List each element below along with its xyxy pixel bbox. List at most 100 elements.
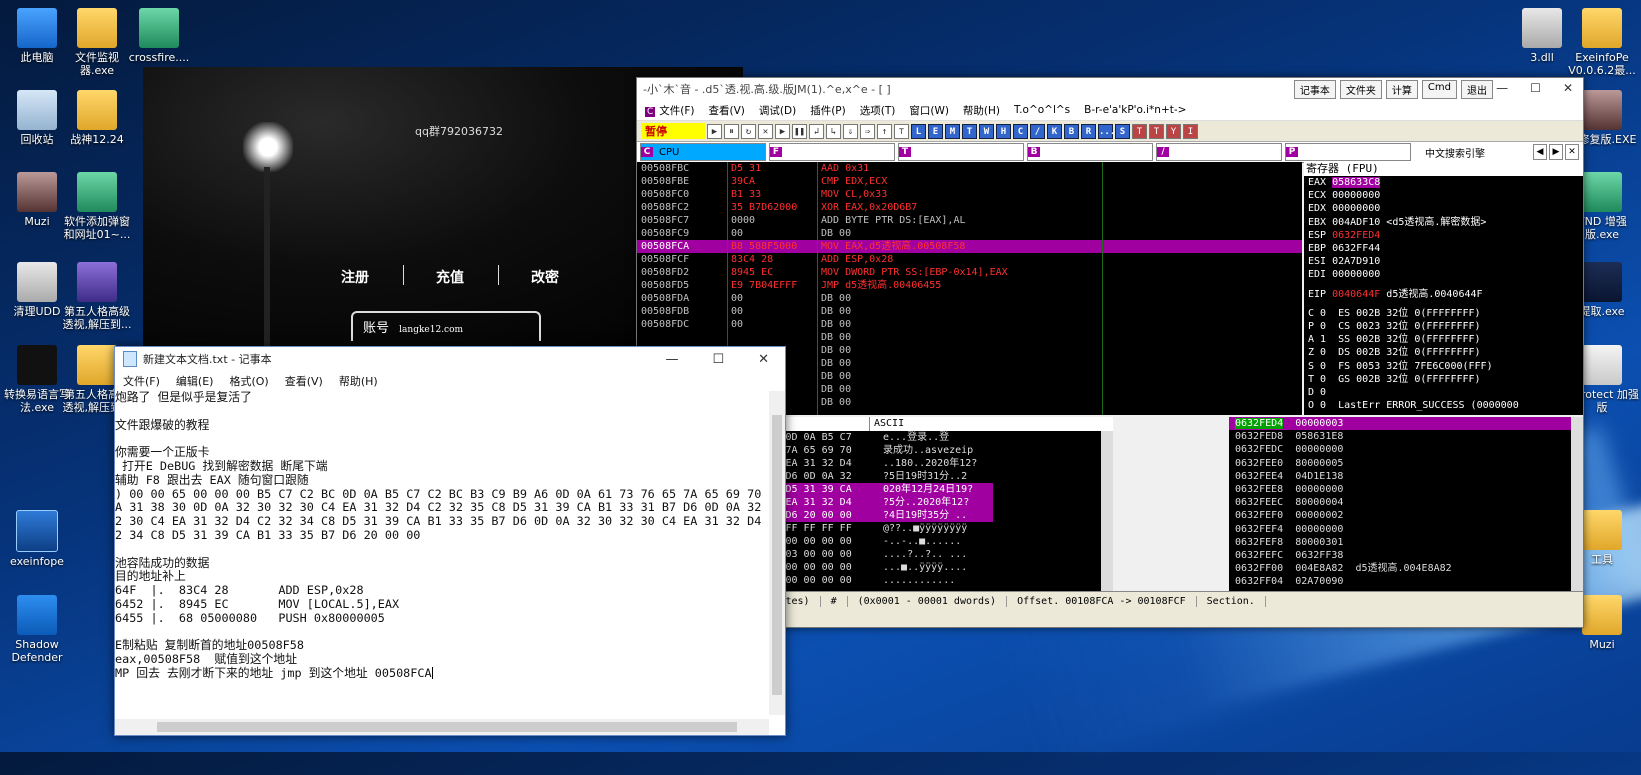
disasm-row[interactable]: 00508FCF 83C4 28 ADD ESP,0x28 xyxy=(637,253,1302,266)
disasm-row[interactable]: 00508FD2 8945 EC MOV DWORD PTR SS:[EBP-0x1… xyxy=(637,266,1302,279)
registers-pane[interactable]: 寄存器 (FPU) EAX 058633C8 ECX 00000000 EDX … xyxy=(1304,162,1583,415)
menu-item[interactable]: 文件(F) xyxy=(645,103,694,118)
tab-window[interactable]: T xyxy=(898,143,1024,161)
menu-item[interactable]: B-r-e'a'kP'o.i*n+t-> xyxy=(1084,104,1186,116)
toolbar-icon[interactable]: ↑ xyxy=(877,123,892,139)
register-row[interactable]: ECX 00000000 xyxy=(1308,189,1583,202)
tab-window[interactable]: F xyxy=(769,143,895,161)
disasm-row[interactable]: 00508FDC 00 DB 00 xyxy=(637,318,1302,331)
stack-row[interactable]: 0632FEF0 00000002 xyxy=(1229,509,1583,522)
desktop-shortcut[interactable]: Shadow Defender xyxy=(0,595,74,664)
menu-item[interactable]: 调试(D) xyxy=(759,103,796,118)
flag-row[interactable]: D 0 xyxy=(1308,386,1583,399)
maximize-icon[interactable]: ☐ xyxy=(712,352,724,367)
register-row[interactable]: EDI 00000000 xyxy=(1308,268,1583,281)
stack-row[interactable]: 0632FED4 00000003 xyxy=(1229,417,1583,431)
scroll-thumb[interactable] xyxy=(157,722,737,732)
toolbar-icon[interactable]: ▶ xyxy=(775,123,790,139)
menu-item[interactable]: 帮助(H) xyxy=(963,103,1000,118)
desktop-shortcut[interactable]: 软件添加弹窗和网址01~... xyxy=(60,172,134,241)
register-row[interactable]: EBP 0632FF44 xyxy=(1308,242,1583,255)
toolbar-icon[interactable]: ↲ xyxy=(809,123,824,139)
toolbar-window-button[interactable]: L xyxy=(911,123,926,139)
stack-row[interactable]: 0632FEFC 0632FF38 xyxy=(1229,549,1583,562)
desktop-shortcut[interactable]: crossfire.... xyxy=(122,8,196,64)
disasm-row[interactable]: 00508FBE 39CA CMP EDX,ECX xyxy=(637,175,1302,188)
toolbar-icon[interactable]: ↳ xyxy=(826,123,841,139)
flag-row[interactable]: C 0 ES 002B 32位 0(FFFFFFFF) xyxy=(1308,307,1583,320)
title-button[interactable]: 计算 xyxy=(1385,80,1418,99)
flag-row[interactable]: S 0 FS 0053 32位 7FE6C000(FFF) xyxy=(1308,360,1583,373)
desktop-shortcut[interactable]: exeinfope xyxy=(0,510,74,568)
dump-scrollbar[interactable] xyxy=(1101,431,1113,591)
close-icon[interactable]: ✕ xyxy=(758,352,769,367)
register-row[interactable]: EBX 004ADF10 <d5透视高.解密数据> xyxy=(1308,216,1583,229)
register-row[interactable]: ESP 0632FED4 xyxy=(1308,229,1583,242)
toolbar-icon[interactable]: ✕ xyxy=(758,123,773,139)
notepad-horizontal-scrollbar[interactable] xyxy=(115,719,769,735)
register-row[interactable]: ESI 02A7D910 xyxy=(1308,255,1583,268)
stack-row[interactable]: 0632FF00 004E8A82 d5透视高.004E8A82 xyxy=(1229,562,1583,575)
toolbar-icon[interactable]: ⇓ xyxy=(843,123,858,139)
toolbar-icon[interactable]: ❚❚ xyxy=(792,123,807,139)
stack-row[interactable]: 0632FEE0 80000005 xyxy=(1229,457,1583,470)
menu-item[interactable]: 选项(T) xyxy=(860,103,896,118)
stack-row[interactable]: 0632FEF8 80000301 xyxy=(1229,536,1583,549)
tab-arrow-icon[interactable]: ◀ xyxy=(1533,144,1547,160)
stack-row[interactable]: 0632FEE8 00000000 xyxy=(1229,483,1583,496)
register-row[interactable]: EAX 058633C8 xyxy=(1308,176,1583,189)
notepad-vertical-scrollbar[interactable] xyxy=(769,391,785,715)
toolbar-icon[interactable]: ▶ xyxy=(707,123,722,139)
disasm-row[interactable]: DB 00 xyxy=(637,331,1302,344)
disasm-row[interactable]: 00508FC2 35 B7D62000 XOR EAX,0x20D6B7 xyxy=(637,201,1302,214)
toolbar-window-button[interactable]: H xyxy=(996,123,1011,139)
disasm-row[interactable]: 00508FCA B8 588F5000 MOV EAX,d5透视高.00508F5… xyxy=(637,240,1302,253)
recharge-link[interactable]: 充值 xyxy=(436,267,464,287)
stack-pane[interactable]: 0632FED4 00000003 0632FED8 058631E8 0632… xyxy=(1229,417,1583,591)
close-icon[interactable]: ✕ xyxy=(1563,81,1573,95)
flag-row[interactable]: P 0 CS 0023 32位 0(FFFFFFFF) xyxy=(1308,320,1583,333)
toolbar-plugin-button[interactable]: I xyxy=(1183,123,1198,139)
toolbar-plugin-button[interactable]: T xyxy=(1149,123,1164,139)
menu-item[interactable]: T.o^o^l^s xyxy=(1014,104,1070,116)
toolbar-plugin-button[interactable]: Y xyxy=(1166,123,1181,139)
toolbar-window-button[interactable]: E xyxy=(928,123,943,139)
title-button[interactable]: 记事本 xyxy=(1293,80,1336,99)
minimize-icon[interactable]: — xyxy=(665,352,678,367)
toolbar-icon[interactable]: ↻ xyxy=(741,123,756,139)
tab-window[interactable]: P xyxy=(1285,143,1411,161)
toolbar-window-button[interactable]: / xyxy=(1030,123,1045,139)
tab-window[interactable]: B xyxy=(1027,143,1153,161)
stack-scrollbar[interactable] xyxy=(1571,417,1583,591)
register-link[interactable]: 注册 xyxy=(341,267,369,287)
notepad-menu-item[interactable]: 格式(O) xyxy=(229,373,268,389)
title-button[interactable]: 文件夹 xyxy=(1339,80,1382,99)
menu-item[interactable]: 插件(P) xyxy=(810,103,846,118)
notepad-menu-item[interactable]: 文件(F) xyxy=(123,373,160,389)
toolbar-window-button[interactable]: C xyxy=(1013,123,1028,139)
stack-row[interactable]: 0632FEDC 00000000 xyxy=(1229,443,1583,456)
toolbar-icon[interactable]: ⊤ xyxy=(894,123,909,139)
tab-cpu[interactable]: C CPU xyxy=(640,143,766,161)
tab-window[interactable]: / xyxy=(1156,143,1282,161)
notepad-menu-item[interactable]: 查看(V) xyxy=(285,373,323,389)
stack-row[interactable]: 0632FED8 058631E8 xyxy=(1229,430,1583,443)
toolbar-window-button[interactable]: W xyxy=(979,123,994,139)
notepad-menu-item[interactable]: 编辑(E) xyxy=(176,373,214,389)
tab-arrow-icon[interactable]: ▶ xyxy=(1549,144,1563,160)
toolbar-icon[interactable]: ⇒ xyxy=(860,123,875,139)
flag-row[interactable]: O 0 LastErr ERROR_SUCCESS (0000000 xyxy=(1308,399,1583,412)
toolbar-window-button[interactable]: T xyxy=(962,123,977,139)
disasm-row[interactable]: 00508FC9 00 DB 00 xyxy=(637,227,1302,240)
title-button[interactable]: 退出 xyxy=(1461,80,1493,99)
flag-row[interactable]: T 0 GS 002B 32位 0(FFFFFFFF) xyxy=(1308,373,1583,386)
tab-arrow-icon[interactable]: ✕ xyxy=(1565,144,1579,160)
stack-row[interactable]: 0632FEE4 04D1E138 xyxy=(1229,470,1583,483)
toolbar-window-button[interactable]: K xyxy=(1047,123,1062,139)
menu-item[interactable]: 查看(V) xyxy=(709,103,745,118)
scroll-thumb[interactable] xyxy=(772,415,782,695)
register-row[interactable]: EDX 00000000 xyxy=(1308,202,1583,215)
flag-row[interactable]: A 1 SS 002B 32位 0(FFFFFFFF) xyxy=(1308,333,1583,346)
register-row[interactable]: EIP 0040644F d5透视高.0040644F xyxy=(1308,288,1583,301)
disasm-row[interactable]: 00508FD5 E9 7B04EFFF JMP d5透视高.00406455 xyxy=(637,279,1302,292)
